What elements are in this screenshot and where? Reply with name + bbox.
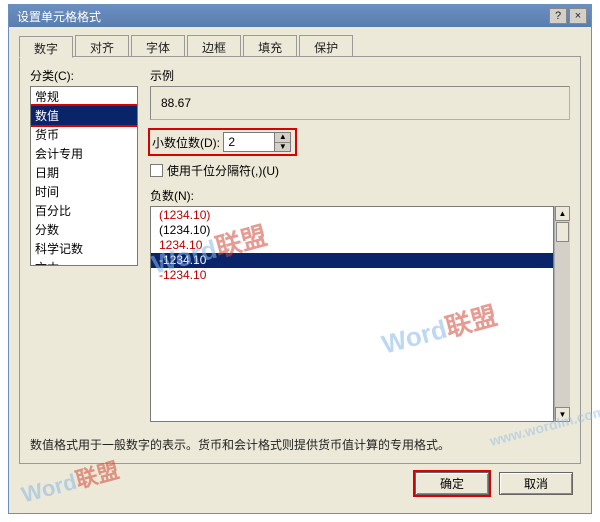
thousands-label: 使用千位分隔符(,)(U) — [167, 162, 279, 179]
scroll-thumb[interactable] — [556, 222, 569, 242]
tab-strip: 数字对齐字体边框填充保护 — [19, 35, 581, 57]
tab-3[interactable]: 边框 — [187, 35, 241, 56]
category-item[interactable]: 时间 — [31, 182, 137, 201]
tab-1[interactable]: 对齐 — [75, 35, 129, 56]
decimal-places-group: 小数位数(D): ▲ ▼ — [150, 130, 295, 154]
dialog-buttons: 确定 取消 — [19, 464, 581, 503]
category-item[interactable]: 常规 — [31, 87, 137, 106]
category-item[interactable]: 文本 — [31, 258, 137, 266]
category-item[interactable]: 科学记数 — [31, 239, 137, 258]
format-description: 数值格式用于一般数字的表示。货币和会计格式则提供货币值计算的专用格式。 — [30, 432, 570, 453]
thousands-separator-row[interactable]: 使用千位分隔符(,)(U) — [150, 162, 570, 179]
sample-box: 88.67 — [150, 86, 570, 120]
negative-format-item[interactable]: -1234.10 — [151, 268, 553, 283]
tab-panel: 分类(C): 常规数值货币会计专用日期时间百分比分数科学记数文本特殊自定义 示例… — [19, 56, 581, 464]
sample-label: 示例 — [150, 67, 570, 84]
decimal-places-label: 小数位数(D): — [152, 134, 220, 151]
sample-value: 88.67 — [161, 96, 191, 110]
category-item[interactable]: 日期 — [31, 163, 137, 182]
dialog-content: 数字对齐字体边框填充保护 分类(C): 常规数值货币会计专用日期时间百分比分数科… — [9, 27, 591, 513]
negative-format-item[interactable]: (1234.10) — [151, 208, 553, 223]
category-item[interactable]: 百分比 — [31, 201, 137, 220]
negative-label: 负数(N): — [150, 187, 570, 204]
tab-2[interactable]: 字体 — [131, 35, 185, 56]
category-item[interactable]: 数值 — [31, 106, 137, 125]
tab-4[interactable]: 填充 — [243, 35, 297, 56]
window-title: 设置单元格格式 — [13, 8, 547, 25]
thousands-checkbox[interactable] — [150, 164, 163, 177]
category-item[interactable]: 分数 — [31, 220, 137, 239]
decimal-places-input[interactable] — [224, 133, 274, 151]
scroll-down-icon[interactable]: ▼ — [555, 407, 570, 422]
cancel-button[interactable]: 取消 — [499, 472, 573, 495]
settings-column: 示例 88.67 小数位数(D): ▲ ▼ — [150, 67, 570, 422]
negative-format-item[interactable]: 1234.10 — [151, 238, 553, 253]
negative-number-list[interactable]: (1234.10)(1234.10)1234.10-1234.10-1234.1… — [150, 206, 554, 422]
titlebar: 设置单元格格式 ? × — [9, 5, 591, 27]
negative-format-item[interactable]: -1234.10 — [151, 253, 553, 268]
scroll-up-icon[interactable]: ▲ — [555, 206, 570, 221]
tab-0[interactable]: 数字 — [19, 36, 73, 58]
decimal-places-spinner[interactable]: ▲ ▼ — [223, 132, 291, 152]
tab-5[interactable]: 保护 — [299, 35, 353, 56]
help-button[interactable]: ? — [549, 8, 567, 24]
category-list[interactable]: 常规数值货币会计专用日期时间百分比分数科学记数文本特殊自定义 — [30, 86, 138, 266]
category-label: 分类(C): — [30, 67, 138, 84]
negative-list-scrollbar[interactable]: ▲ ▼ — [554, 206, 570, 422]
negative-format-item[interactable]: (1234.10) — [151, 223, 553, 238]
category-item[interactable]: 货币 — [31, 125, 137, 144]
ok-button[interactable]: 确定 — [415, 472, 489, 495]
dialog-window: 设置单元格格式 ? × 数字对齐字体边框填充保护 分类(C): 常规数值货币会计… — [8, 4, 592, 514]
category-column: 分类(C): 常规数值货币会计专用日期时间百分比分数科学记数文本特殊自定义 — [30, 67, 138, 422]
close-button[interactable]: × — [569, 8, 587, 24]
category-item[interactable]: 会计专用 — [31, 144, 137, 163]
spinner-down-icon[interactable]: ▼ — [275, 143, 290, 152]
